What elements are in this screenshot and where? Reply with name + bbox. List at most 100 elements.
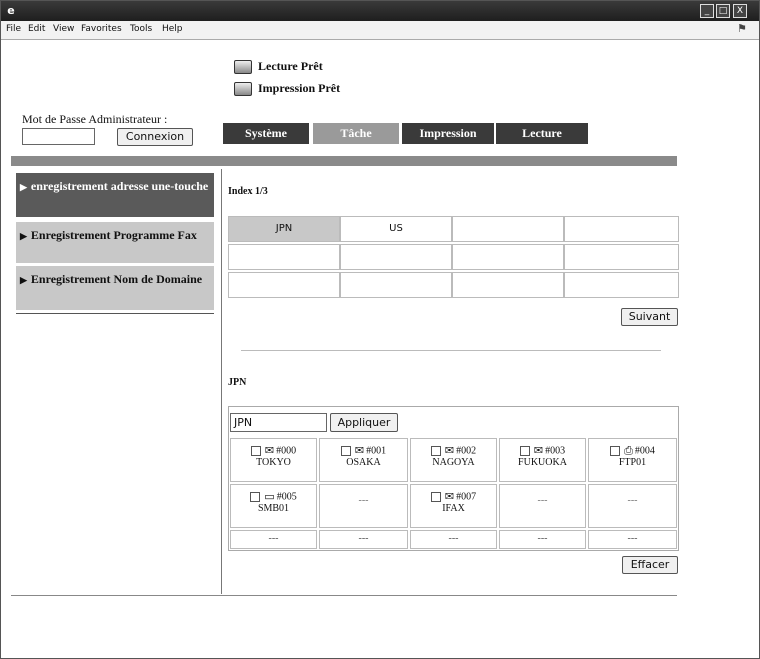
menu-help[interactable]: Help [162,24,183,34]
sidebar-item-2[interactable]: ▶ Enregistrement Nom de Domaine [16,266,214,310]
arrow-right-icon: ▶ [20,231,27,241]
entry-name: SMB01 [257,503,290,515]
index-cell[interactable] [340,244,452,270]
entry-name: TOKYO [256,457,291,469]
admin-password-label: Mot de Passe Administrateur : [22,112,168,126]
empty-placeholder: --- [627,495,638,506]
empty-placeholder: --- [537,533,548,544]
entry-number: #007 [456,491,477,503]
sidebar-item-1[interactable]: ▶ Enregistrement Programme Fax [16,222,214,263]
empty-placeholder: --- [358,533,369,544]
scanner-icon [234,60,252,75]
index-cell[interactable]: JPN [228,216,340,242]
status-lecture-text: Lecture Prêt [258,59,323,73]
sidebar-item-label: Enregistrement Programme Fax [30,228,197,242]
entry-name: OSAKA [346,457,381,469]
entry-cell[interactable]: ⎙ #004 FTP01 [588,438,677,482]
separator-line [241,350,661,351]
empty-entry-cell: --- [319,530,408,549]
entry-cell[interactable]: ✉ #003 FUKUOKA [499,438,586,482]
entry-name: FTP01 [618,457,647,469]
suivant-button[interactable]: Suivant [621,308,678,326]
status-lecture: Lecture Prêt [234,59,323,75]
content-divider [221,169,222,594]
empty-entry-cell: --- [499,530,586,549]
index-cell[interactable] [452,216,564,242]
connexion-button[interactable]: Connexion [117,128,193,146]
section-label: JPN [228,377,247,388]
index-cell[interactable] [564,244,679,270]
entry-checkbox[interactable] [340,446,351,456]
sidebar-bottom-line [16,313,214,314]
menu-favorites[interactable]: Favorites [81,24,122,34]
minimize-button[interactable]: _ [700,4,714,18]
sidebar-item-0[interactable]: ▶ enregistrement adresse une-touche [16,173,214,217]
entry-number: #003 [545,445,566,457]
e-icon: e [7,4,15,17]
mail-icon: ✉ [444,490,455,503]
entry-number: #001 [366,445,387,457]
entry-checkbox[interactable] [250,492,261,502]
empty-placeholder: --- [268,533,279,544]
entry-number: #000 [276,445,297,457]
effacer-button[interactable]: Effacer [622,556,678,574]
index-cell[interactable] [452,244,564,270]
filter-input[interactable]: JPN [230,413,327,432]
entry-checkbox[interactable] [250,446,261,456]
admin-password-input[interactable] [22,128,95,145]
empty-entry-cell: --- [319,484,408,528]
windows-logo-icon: ⚑ [737,22,747,35]
empty-entry-cell: --- [499,484,586,528]
menu-tools[interactable]: Tools [130,24,152,34]
appliquer-button[interactable]: Appliquer [330,413,398,432]
close-button[interactable]: X [733,4,747,18]
tab-3[interactable]: Lecture [496,123,588,144]
folder-icon: ▭ [264,490,275,503]
mail-icon: ✉ [444,444,455,457]
status-impression: Impression Prêt [234,81,341,97]
menu-view[interactable]: View [53,24,74,34]
index-cell[interactable] [564,272,679,298]
tab-0[interactable]: Système [223,123,309,144]
index-cell[interactable] [228,272,340,298]
index-cell[interactable] [452,272,564,298]
header-divider-bar [11,156,677,166]
menu-edit[interactable]: Edit [28,24,45,34]
index-label: Index 1/3 [228,186,268,197]
menu-bar: File Edit View Favorites Tools Help ⚑ [1,21,759,40]
index-cell[interactable]: US [340,216,452,242]
entry-checkbox[interactable] [519,446,530,456]
maximize-button[interactable]: □ [716,4,730,18]
printer-icon [234,82,252,97]
mail-icon: ✉ [264,444,275,457]
footer-line [11,595,677,596]
tab-2[interactable]: Impression [402,123,494,144]
sidebar-item-label: Enregistrement Nom de Domaine [30,272,203,286]
index-cell[interactable] [564,216,679,242]
empty-placeholder: --- [358,495,369,506]
entry-name: IFAX [442,503,465,515]
empty-entry-cell: --- [588,484,677,528]
menu-file[interactable]: File [6,24,21,34]
tab-1[interactable]: Tâche [313,123,399,144]
entry-cell[interactable]: ✉ #007 IFAX [410,484,497,528]
empty-entry-cell: --- [230,530,317,549]
arrow-right-icon: ▶ [20,182,27,192]
entry-cell[interactable]: ▭ #005 SMB01 [230,484,317,528]
index-cell[interactable] [228,244,340,270]
entry-cell[interactable]: ✉ #000 TOKYO [230,438,317,482]
sidebar-item-label: enregistrement adresse une-touche [30,179,209,193]
entry-number: #005 [276,491,297,503]
entry-cell[interactable]: ✉ #002 NAGOYA [410,438,497,482]
entry-checkbox[interactable] [430,446,441,456]
empty-placeholder: --- [627,533,638,544]
status-impression-text: Impression Prêt [258,81,341,95]
browser-window: e _ □ X File Edit View Favorites Tools H… [0,0,760,659]
index-cell[interactable] [340,272,452,298]
entry-number: #004 [634,445,655,457]
entry-checkbox[interactable] [610,446,621,456]
mail-icon: ✉ [354,444,365,457]
entry-cell[interactable]: ✉ #001 OSAKA [319,438,408,482]
entry-checkbox[interactable] [430,492,441,502]
arrow-right-icon: ▶ [20,275,27,285]
